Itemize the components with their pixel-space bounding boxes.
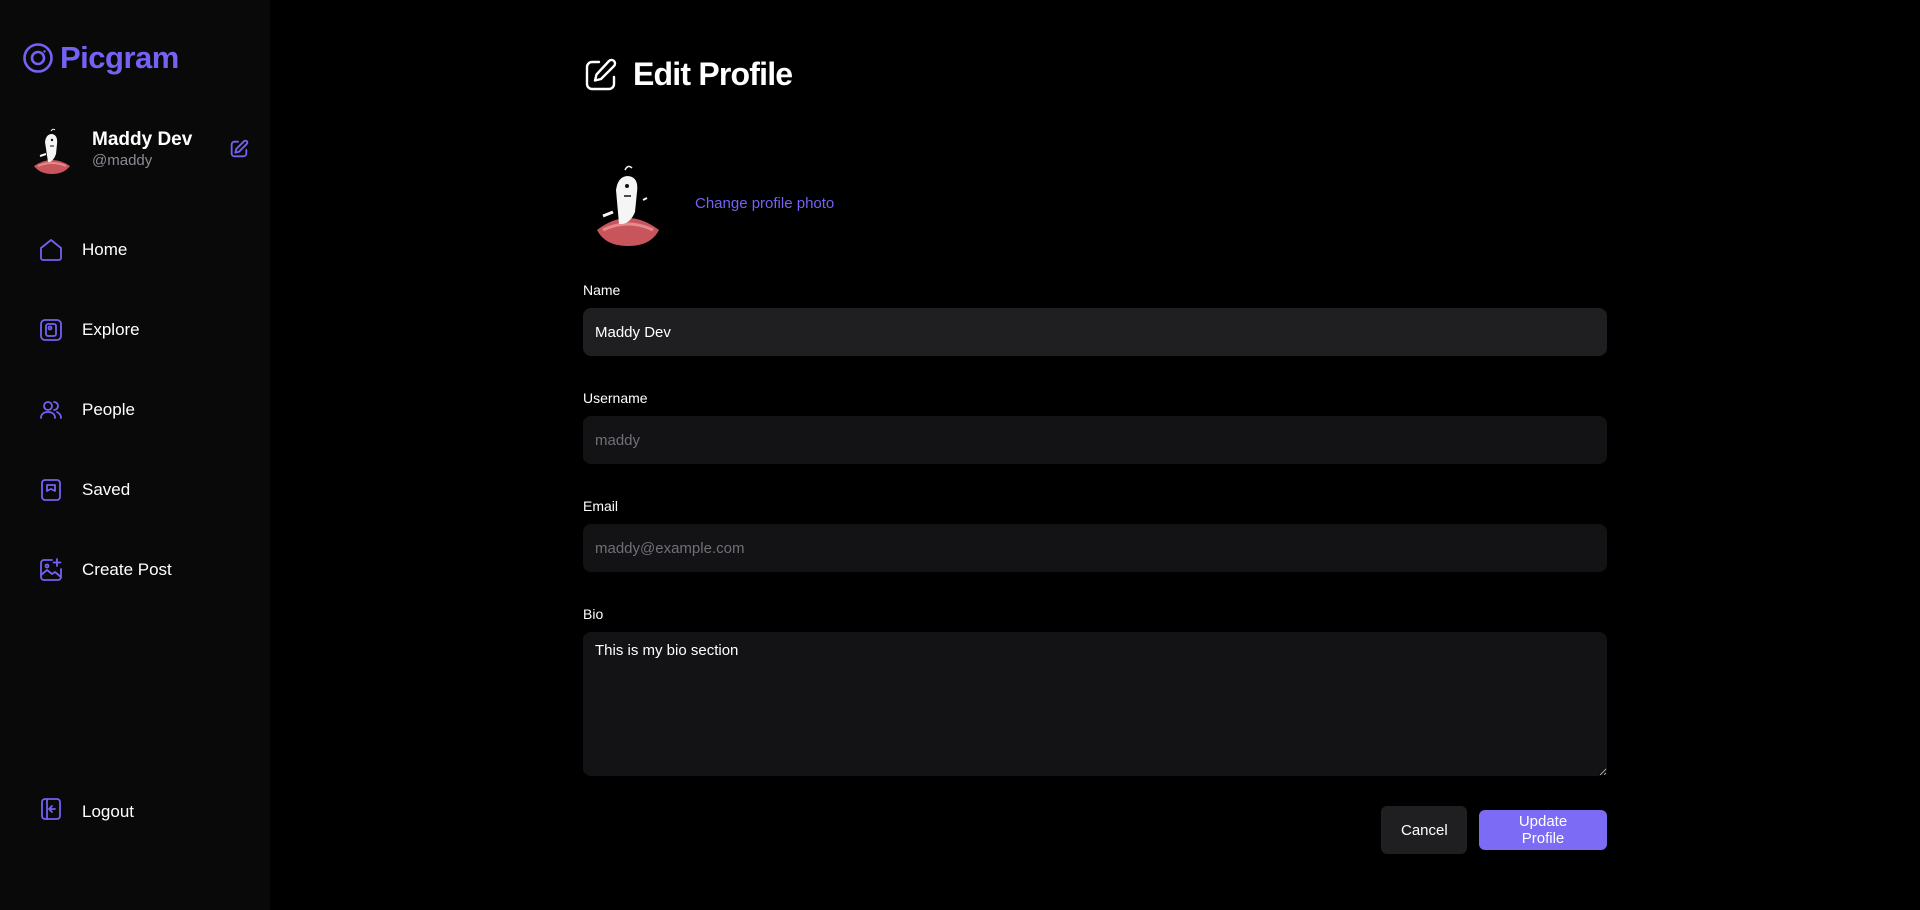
explore-icon — [38, 317, 64, 343]
sidebar-item-label: Saved — [82, 480, 131, 499]
name-field-group: Name — [583, 282, 1607, 356]
main-content: Edit Profile Change profile photo Name M… — [270, 0, 1920, 910]
sidebar-item-label: Create Post — [82, 560, 172, 579]
user-name: Maddy Dev — [92, 129, 193, 150]
sidebar: Picgram Maddy Dev @maddy Home Explore Pe… — [0, 0, 270, 910]
cancel-button[interactable]: Cancel — [1381, 806, 1467, 854]
brand-name: Picgram — [60, 40, 179, 75]
profile-photo-row: Change profile photo — [583, 160, 834, 246]
logout-label: Logout — [82, 801, 134, 821]
page-title: Edit Profile — [583, 56, 793, 93]
sidebar-item-label: Home — [82, 240, 128, 259]
brand-logo[interactable]: Picgram — [22, 40, 179, 76]
camera-logo-icon — [23, 43, 53, 73]
user-info: Maddy Dev @maddy — [92, 129, 192, 171]
sidebar-item-label: People — [82, 400, 135, 419]
profile-avatar[interactable] — [583, 160, 673, 246]
logout-button[interactable]: Logout — [38, 796, 134, 827]
sidebar-item-explore[interactable]: Explore — [38, 308, 172, 352]
user-card[interactable]: Maddy Dev @maddy — [32, 126, 250, 174]
email-label: Email — [583, 498, 619, 514]
people-icon — [38, 397, 64, 423]
name-input[interactable] — [583, 308, 1607, 356]
sidebar-item-home[interactable]: Home — [38, 228, 172, 272]
username-label: Username — [583, 390, 648, 406]
bio-textarea[interactable]: This is my bio section — [583, 632, 1607, 776]
page-title-text: Edit Profile — [633, 56, 793, 92]
update-profile-button[interactable]: Update Profile — [1479, 810, 1607, 850]
sidebar-item-create-post[interactable]: Create Post — [38, 548, 172, 592]
form-actions: Cancel Update Profile — [583, 806, 1607, 854]
logout-icon — [38, 796, 64, 827]
bookmark-icon — [38, 477, 64, 503]
home-icon — [38, 237, 64, 263]
edit-icon — [585, 58, 617, 90]
bio-label: Bio — [583, 606, 604, 622]
name-label: Name — [583, 282, 621, 298]
username-field-group: Username — [583, 390, 1607, 464]
bio-field-group: Bio This is my bio section — [583, 606, 1607, 781]
avatar[interactable] — [32, 126, 72, 174]
sidebar-item-saved[interactable]: Saved — [38, 468, 172, 512]
email-input[interactable] — [583, 524, 1607, 572]
edit-profile-icon[interactable] — [228, 138, 250, 160]
username-input[interactable] — [583, 416, 1607, 464]
user-handle: @maddy — [92, 152, 153, 169]
create-post-icon — [38, 557, 64, 583]
sidebar-nav: Home Explore People Saved Create Post — [38, 228, 172, 628]
sidebar-item-people[interactable]: People — [38, 388, 172, 432]
change-profile-photo-link[interactable]: Change profile photo — [695, 195, 834, 212]
email-field-group: Email — [583, 498, 1607, 572]
app-root: Picgram Maddy Dev @maddy Home Explore Pe… — [0, 0, 1920, 910]
sidebar-item-label: Explore — [82, 320, 140, 339]
